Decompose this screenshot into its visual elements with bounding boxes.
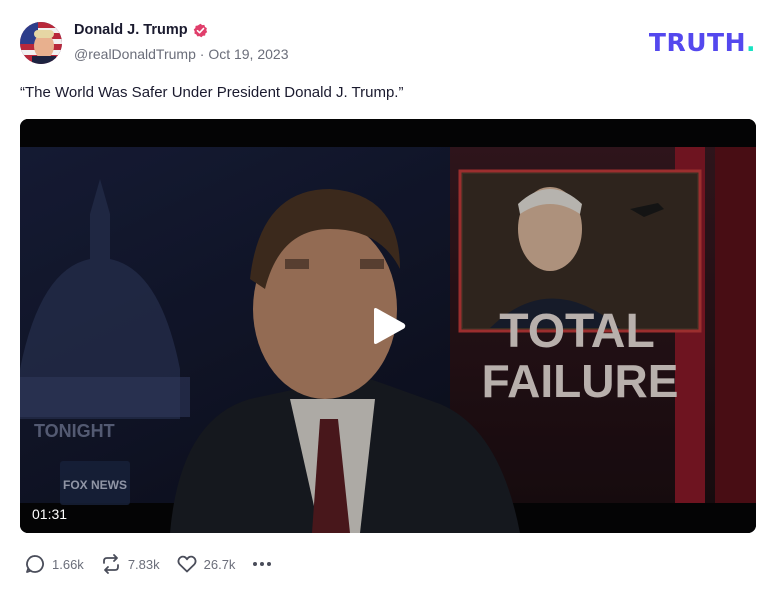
heart-icon — [177, 555, 197, 573]
video-duration: 01:31 — [32, 506, 68, 522]
handle[interactable]: @realDonaldTrump — [74, 46, 196, 62]
truth-post: Donald J. Trump @realDonaldTrump · Oct 1… — [0, 0, 777, 595]
meta-separator: · — [199, 46, 205, 62]
like-button[interactable]: 26.7k — [176, 553, 236, 575]
reply-count: 1.66k — [52, 556, 84, 572]
display-name[interactable]: Donald J. Trump — [74, 22, 188, 38]
repost-button[interactable]: 7.83k — [100, 553, 160, 575]
post-text: “The World Was Safer Under President Don… — [20, 84, 404, 101]
video-player[interactable]: TOTAL FAILURE TONIGHT FOX NEWS 01:31 — [20, 119, 756, 533]
more-button[interactable] — [251, 553, 273, 575]
verified-badge-icon — [193, 23, 207, 37]
reply-button[interactable]: 1.66k — [24, 553, 84, 575]
avatar[interactable] — [20, 22, 62, 64]
play-icon[interactable] — [368, 306, 408, 346]
truth-logo[interactable]: TRUTH. — [649, 28, 756, 57]
logo-text: TRUTH — [648, 28, 746, 57]
logo-dot: . — [746, 28, 756, 57]
post-meta: @realDonaldTrump · Oct 19, 2023 — [74, 46, 288, 62]
post-actions: 1.66k 7.83k 26.7k — [24, 553, 273, 575]
author-name-row: Donald J. Trump — [74, 22, 208, 38]
avatar-image — [20, 22, 62, 64]
repost-icon — [102, 554, 119, 574]
repost-count: 7.83k — [127, 556, 160, 572]
reply-icon — [26, 555, 44, 573]
more-icon — [253, 562, 272, 566]
post-date[interactable]: Oct 19, 2023 — [208, 46, 288, 62]
like-count: 26.7k — [203, 556, 236, 572]
